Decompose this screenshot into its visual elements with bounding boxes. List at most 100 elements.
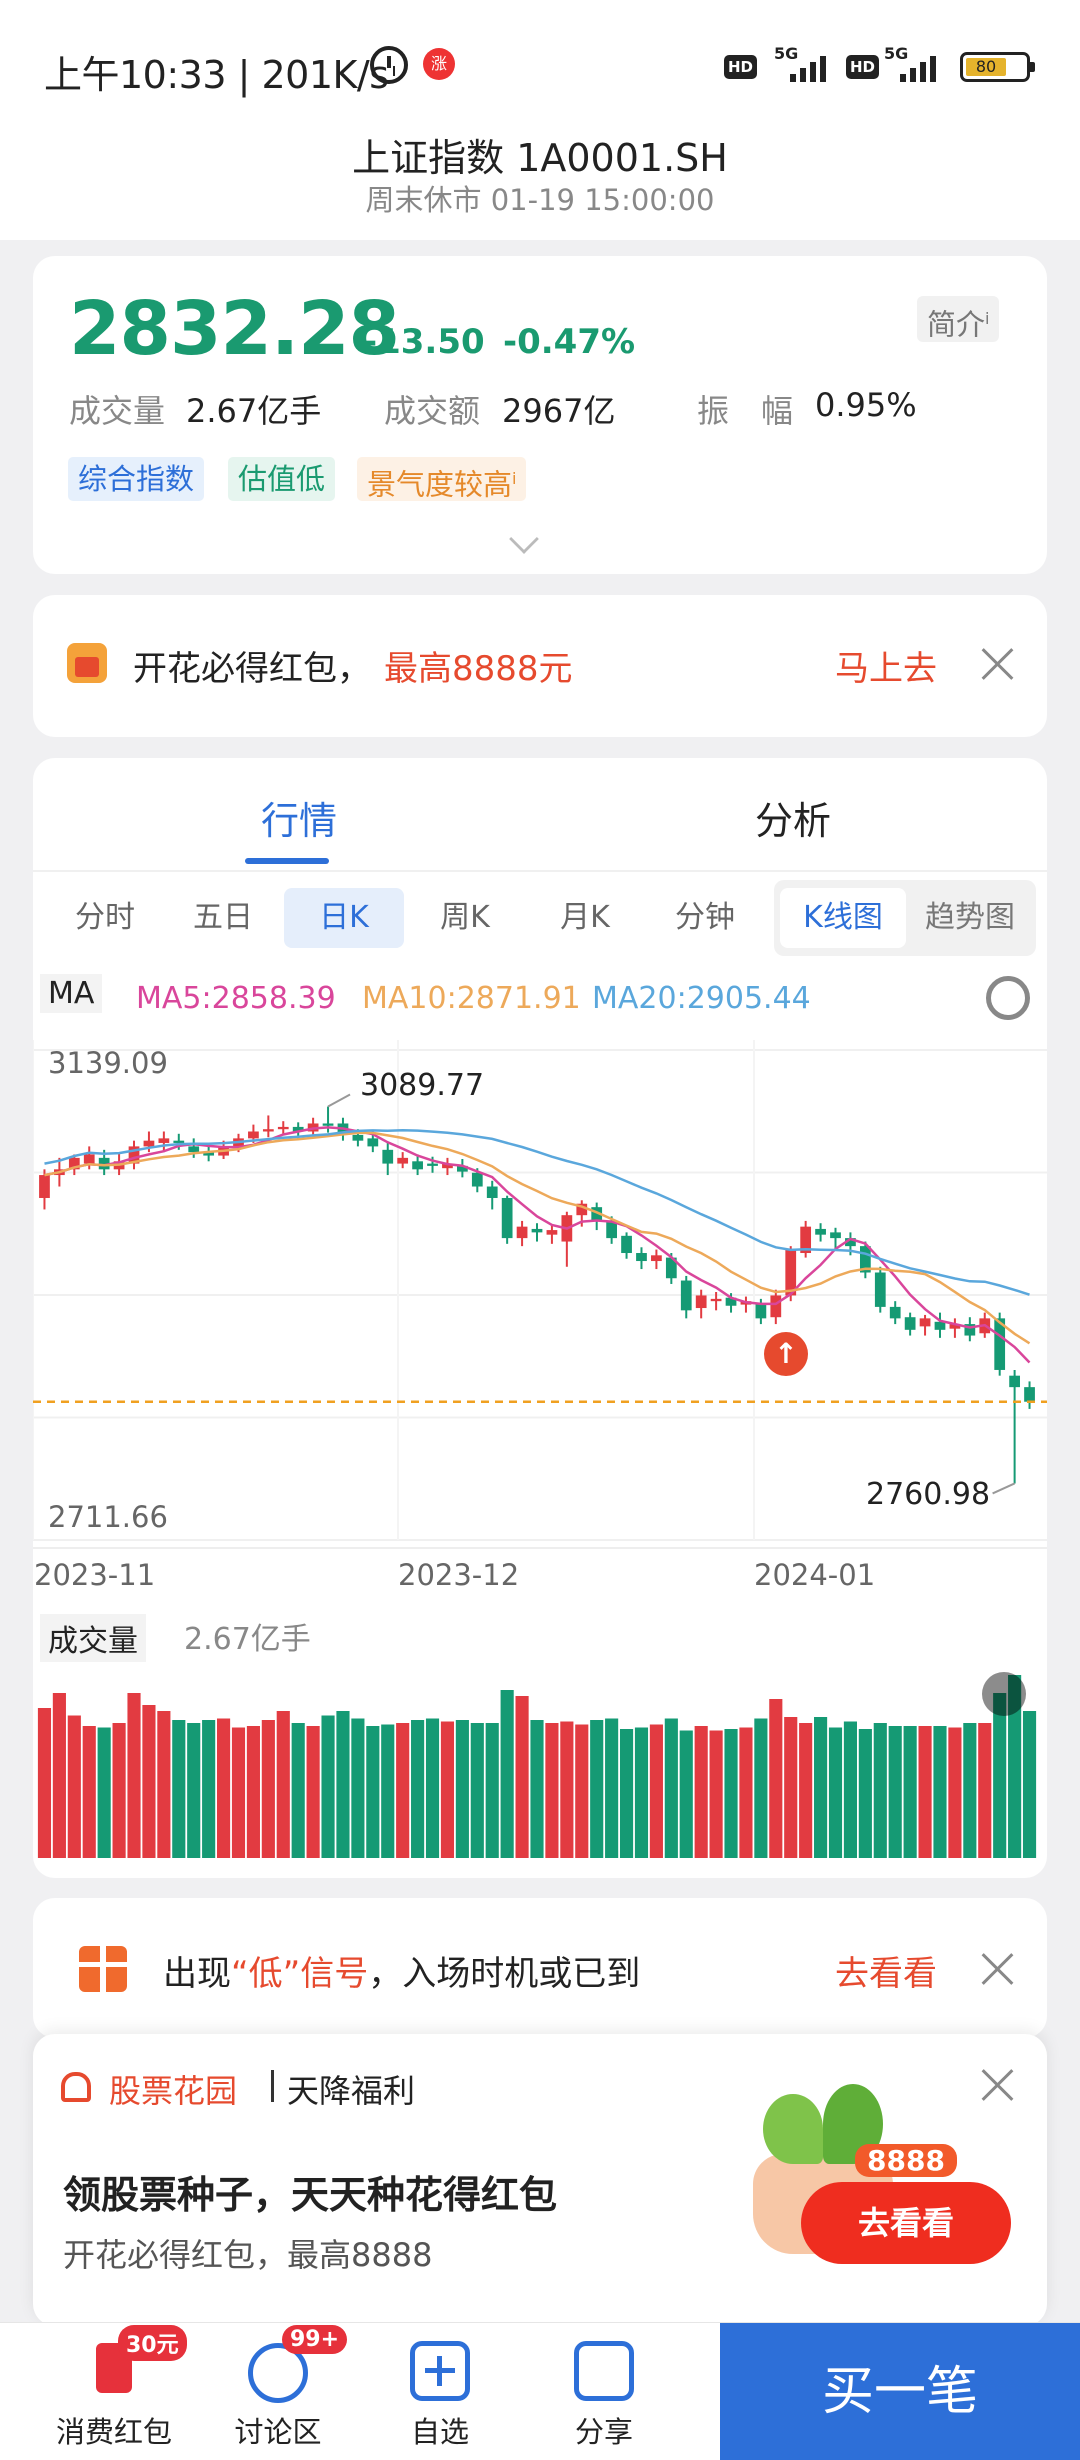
nav-red-envelope[interactable]: 消费红包	[44, 2409, 184, 2451]
volume-bar	[202, 1720, 216, 1858]
volume-bar	[709, 1730, 723, 1858]
volume-bar	[336, 1711, 350, 1858]
volume-bar	[440, 1721, 455, 1858]
mode-kline[interactable]: K线图	[780, 888, 906, 948]
volume-selector[interactable]: 成交量	[40, 1614, 146, 1662]
promo-banner[interactable]: 开花必得红包， 最高8888元 马上去	[33, 595, 1047, 737]
amplitude-value: 0.95%	[815, 386, 917, 424]
tag-sentiment-label: 景气度较高	[367, 467, 513, 502]
period-tab-minute[interactable]: 分钟	[650, 888, 760, 948]
price-change: -13.50	[363, 322, 485, 362]
candle	[516, 1226, 528, 1239]
candle	[919, 1318, 931, 1327]
volume-label: 成交量	[69, 392, 166, 430]
garden-popup[interactable]: 股票花园 天降福利 领股票种子，天天种花得红包 开花必得红包，最高8888 88…	[33, 2034, 1047, 2326]
period-tab-intraday[interactable]: 分时	[50, 888, 160, 948]
active-tab-indicator	[245, 858, 329, 864]
candle	[546, 1230, 558, 1235]
discussion-badge: 99+	[282, 2325, 348, 2354]
date-label-dec: 2023-12	[398, 1558, 520, 1592]
quote-card: 2832.28 -13.50 -0.47% 简介i 成交量 2.67亿手 成交额…	[33, 256, 1047, 574]
volume-bar	[217, 1718, 231, 1858]
volume-bar	[843, 1721, 857, 1858]
tab-analysis[interactable]: 分析	[743, 790, 843, 845]
nav-discussion[interactable]: 讨论区	[208, 2409, 348, 2451]
buy-signal-arrow-icon[interactable]: ↑	[764, 1332, 808, 1376]
volume-bar	[411, 1720, 425, 1858]
tag-index-type[interactable]: 综合指数	[68, 457, 205, 501]
volume-value: 2.67亿手	[186, 392, 322, 430]
share-icon[interactable]	[574, 2341, 634, 2401]
volume-bar	[664, 1718, 678, 1858]
volume-bar	[694, 1726, 708, 1858]
tag-sentiment[interactable]: 景气度较高i	[357, 457, 527, 502]
volume-bar	[396, 1723, 410, 1858]
volume-bar	[142, 1705, 156, 1858]
volume-bar	[1022, 1711, 1037, 1858]
ma10-value: MA10:2871.91	[362, 981, 581, 1016]
buy-button[interactable]: 买一笔	[720, 2323, 1080, 2460]
volume-bar	[590, 1720, 604, 1858]
volume-bar	[948, 1727, 962, 1858]
volume-bar	[276, 1711, 290, 1858]
ma-selector[interactable]: MA	[40, 974, 103, 1013]
page-subtitle: 周末休市 01-19 15:00:00	[365, 183, 715, 217]
volume-bar	[993, 1693, 1007, 1858]
period-tab-daily[interactable]: 日K	[284, 888, 404, 948]
close-icon-2[interactable]	[981, 1952, 1015, 1986]
period-tab-weekly[interactable]: 周K	[410, 888, 520, 948]
fullscreen-icon[interactable]	[982, 1672, 1026, 1716]
candle	[143, 1140, 155, 1147]
hd-badge-2: HD	[846, 55, 880, 79]
volume-bar	[918, 1726, 932, 1858]
candle	[277, 1126, 289, 1130]
tab-market[interactable]: 行情	[249, 790, 349, 845]
signal-action-link[interactable]: 去看看	[835, 1946, 937, 1995]
volume-bar	[157, 1711, 171, 1858]
candle	[830, 1232, 841, 1239]
volume-bar	[112, 1723, 126, 1858]
promo-action-link[interactable]: 马上去	[835, 641, 937, 690]
close-icon[interactable]	[981, 647, 1015, 681]
signal-highlight: “低”信号	[231, 1954, 369, 1994]
volume-bar	[127, 1693, 141, 1858]
app-notification-icon: 涨	[423, 48, 455, 80]
ma20-value: MA20:2905.44	[592, 981, 811, 1016]
trough-label: 2760.98	[866, 1477, 991, 1512]
popup-go-button[interactable]: 去看看	[801, 2182, 1011, 2264]
candle	[680, 1280, 692, 1311]
bell-icon	[61, 2072, 91, 2102]
amplitude-label: 振 幅	[697, 392, 794, 430]
intro-label: 简介	[927, 307, 986, 342]
candle	[501, 1197, 513, 1239]
candle	[322, 1123, 334, 1126]
period-tab-monthly[interactable]: 月K	[530, 888, 640, 948]
candle	[695, 1295, 707, 1309]
mode-trend[interactable]: 趋势图	[908, 888, 1032, 948]
volume-bar	[814, 1717, 828, 1858]
period-tab-5day[interactable]: 五日	[168, 888, 278, 948]
status-time: 上午10:33 | 201K/s	[44, 53, 389, 97]
add-watchlist-icon[interactable]	[410, 2341, 470, 2401]
settings-gear-icon[interactable]	[986, 976, 1030, 1020]
volume-bar	[903, 1726, 917, 1858]
candle	[934, 1321, 946, 1330]
candle	[486, 1186, 498, 1198]
nav-share[interactable]: 分享	[534, 2409, 674, 2451]
tag-valuation[interactable]: 估值低	[228, 457, 336, 501]
volume-bar	[978, 1723, 992, 1858]
volume-bar	[858, 1729, 872, 1858]
peak-label: 3089.77	[360, 1068, 485, 1103]
nav-watchlist[interactable]: 自选	[370, 2409, 510, 2451]
expand-chevron-icon[interactable]	[509, 524, 539, 554]
signal-banner[interactable]: 出现“低”信号，入场时机或已到 去看看	[33, 1898, 1047, 2038]
candle	[471, 1172, 483, 1187]
candle	[83, 1154, 95, 1164]
date-label-jan: 2024-01	[754, 1558, 876, 1592]
volume-bar	[619, 1729, 634, 1858]
volume-bar	[724, 1729, 738, 1858]
popup-close-icon[interactable]	[981, 2068, 1015, 2102]
intro-button[interactable]: 简介i	[917, 296, 1000, 342]
battery-level: 80	[966, 58, 1006, 76]
volume-bar	[261, 1720, 275, 1858]
